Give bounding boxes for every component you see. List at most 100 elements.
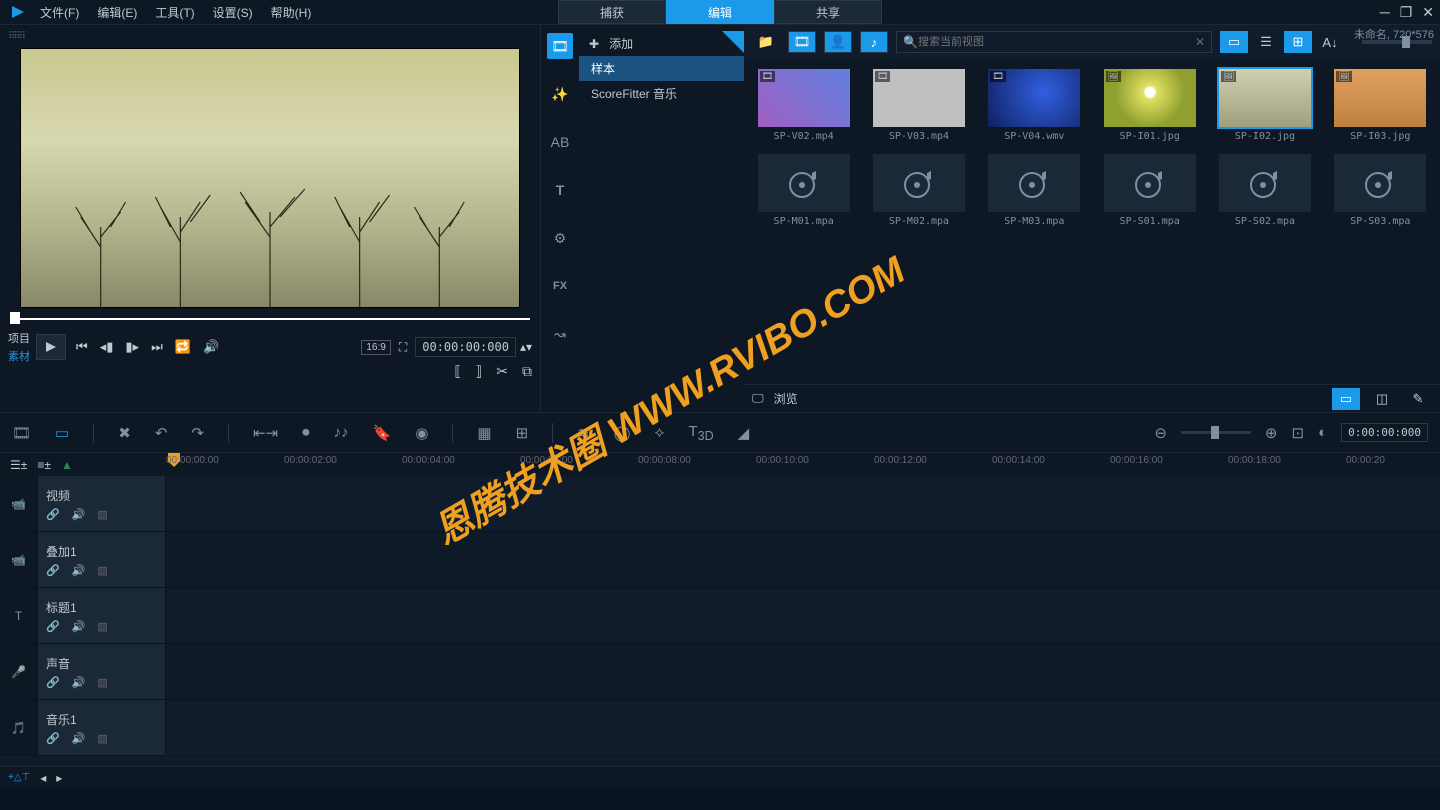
track-header[interactable]: 视频🔗🔊▨ <box>38 476 166 531</box>
redo-icon[interactable]: ↷ <box>191 424 204 442</box>
volume-icon[interactable]: 🔊 <box>203 339 219 355</box>
mark-in-icon[interactable]: ⟦ <box>454 363 461 380</box>
track-fx-icon[interactable]: ▨ <box>97 508 107 521</box>
track-header[interactable]: 叠加1🔗🔊▨ <box>38 532 166 587</box>
track-lane[interactable] <box>166 644 1440 699</box>
record-icon[interactable]: ⏺ <box>302 424 310 441</box>
track-lane[interactable] <box>166 476 1440 531</box>
library-item[interactable]: 🎞SP-V03.mp4 <box>869 69 968 142</box>
track-type-icon[interactable]: T <box>0 588 38 643</box>
library-item[interactable]: 🎞SP-V02.mp4 <box>754 69 853 142</box>
library-item[interactable]: 🖼SP-I01.jpg <box>1100 69 1199 142</box>
prev-frame-icon[interactable]: ◂▮ <box>100 339 114 355</box>
text-tab-icon[interactable]: T <box>547 177 573 203</box>
goto-end-icon[interactable]: ⏭ <box>151 339 163 355</box>
graphics-tab-icon[interactable]: ⚙ <box>547 225 573 251</box>
track-options2-icon[interactable]: ≡± <box>37 458 51 472</box>
track-fx-icon[interactable]: ▨ <box>97 564 107 577</box>
undo-icon[interactable]: ↶ <box>155 424 168 442</box>
panel-toggle-2-icon[interactable]: ◫ <box>1368 388 1396 410</box>
search-input[interactable] <box>918 36 1195 48</box>
mask-icon[interactable]: ▦ <box>477 424 491 442</box>
track-fx-icon[interactable]: ▨ <box>97 620 107 633</box>
import-icon[interactable]: 📁 <box>752 31 780 53</box>
track-options-icon[interactable]: ☰± <box>10 458 27 472</box>
tracking-icon[interactable]: ⟡ <box>655 424 665 441</box>
panel-edit-icon[interactable]: ✎ <box>1404 388 1432 410</box>
menu-file[interactable]: 文件(F) <box>40 4 79 21</box>
fit-icon[interactable]: ⇤⇥ <box>253 424 278 442</box>
library-item[interactable]: 🎞SP-V04.wmv <box>985 69 1084 142</box>
library-item[interactable]: SP-S03.mpa <box>1331 154 1430 227</box>
tree-scorefitter[interactable]: ScoreFitter 音乐 <box>579 81 744 106</box>
filter-video-icon[interactable]: 🎞 <box>788 31 816 53</box>
thumb-size-slider[interactable] <box>1362 40 1432 44</box>
snapshot-icon[interactable]: ⧉ <box>522 363 532 380</box>
track-lane[interactable] <box>166 700 1440 755</box>
mute-icon[interactable]: 🔊 <box>72 620 86 633</box>
view-grid-icon[interactable]: ⊞ <box>1284 31 1312 53</box>
chroma-icon[interactable]: ◢ <box>738 424 750 442</box>
search-box[interactable]: 🔍 ✕ <box>896 31 1212 53</box>
zoom-out-icon[interactable]: ⊖ <box>1154 424 1167 442</box>
track-header[interactable]: 标题1🔗🔊▨ <box>38 588 166 643</box>
resize-icon[interactable]: ⛶ <box>399 340 407 355</box>
timeline-ruler[interactable]: 00:00:00:0000:00:02:0000:00:04:0000:00:0… <box>166 453 1440 476</box>
view-storyboard-icon[interactable]: ▭ <box>1220 31 1248 53</box>
menu-settings[interactable]: 设置(S) <box>213 4 253 21</box>
link-icon[interactable]: 🔗 <box>46 508 60 521</box>
clear-search-icon[interactable]: ✕ <box>1195 35 1205 49</box>
mute-icon[interactable]: 🔊 <box>72 508 86 521</box>
menu-tools[interactable]: 工具(T) <box>155 4 194 21</box>
track-header[interactable]: 音乐1🔗🔊▨ <box>38 700 166 755</box>
track-type-icon[interactable]: 🎤 <box>0 644 38 699</box>
motion-icon[interactable]: ◯ <box>614 424 631 442</box>
fx-tab-icon[interactable]: FX <box>547 273 573 299</box>
split-icon[interactable]: ✂ <box>496 363 508 380</box>
audio-mix-icon[interactable]: ♪♪ <box>334 424 349 441</box>
browse-label[interactable]: 浏览 <box>774 390 798 407</box>
project-duration-icon[interactable]: ◐ <box>1318 424 1327 441</box>
goto-start-icon[interactable]: ⏮ <box>76 339 88 355</box>
tab-edit[interactable]: 编辑 <box>666 0 774 24</box>
panel-toggle-1-icon[interactable]: ▭ <box>1332 388 1360 410</box>
scroll-left-icon[interactable]: ◂ <box>40 771 46 785</box>
3d-title-icon[interactable]: T3D <box>688 423 713 443</box>
zoom-in-icon[interactable]: ⊕ <box>1265 424 1278 442</box>
mode-clip[interactable]: 素材 <box>8 348 30 364</box>
link-icon[interactable]: 🔗 <box>46 676 60 689</box>
mode-project[interactable]: 项目 <box>8 330 30 346</box>
link-icon[interactable]: 🔗 <box>46 732 60 745</box>
close-icon[interactable]: ✕ <box>1422 4 1434 21</box>
filter-photo-icon[interactable]: 👤 <box>824 31 852 53</box>
track-type-icon[interactable]: 📹 <box>0 532 38 587</box>
storyboard-view-icon[interactable]: 🎞 <box>12 424 31 442</box>
speed-icon[interactable]: ≋ <box>577 424 590 442</box>
tab-capture[interactable]: 捕获 <box>558 0 666 24</box>
mute-icon[interactable]: 🔊 <box>72 564 86 577</box>
tree-sample[interactable]: 样本 <box>579 56 744 81</box>
track-header[interactable]: 声音🔗🔊▨ <box>38 644 166 699</box>
add-icon[interactable]: ✚ <box>589 37 599 51</box>
sort-icon[interactable]: A↓ <box>1316 31 1344 53</box>
timeline-view-icon[interactable]: ▭ <box>55 424 69 442</box>
transitions-tab-icon[interactable]: ✨ <box>547 81 573 107</box>
multicam-icon[interactable]: ◉ <box>415 424 428 442</box>
loop-icon[interactable]: 🔁 <box>175 339 191 355</box>
tools-icon[interactable]: ✖ <box>118 424 131 442</box>
track-type-icon[interactable]: 🎵 <box>0 700 38 755</box>
scrub-bar[interactable] <box>10 318 530 320</box>
aspect-ratio[interactable]: 16:9 <box>361 340 390 355</box>
maximize-icon[interactable]: ❐ <box>1400 4 1413 21</box>
filter-audio-icon[interactable]: ♪ <box>860 31 888 53</box>
library-item[interactable]: SP-S02.mpa <box>1215 154 1314 227</box>
menu-edit[interactable]: 编辑(E) <box>97 4 137 21</box>
title-tab-icon[interactable]: AB <box>547 129 573 155</box>
fit-window-icon[interactable]: ⊡ <box>1292 424 1305 442</box>
marker-icon[interactable]: 🔖 <box>373 424 392 442</box>
view-list-icon[interactable]: ☰ <box>1252 31 1280 53</box>
add-track-icon[interactable]: +△⊤ <box>8 772 30 783</box>
library-item[interactable]: 🖼SP-I03.jpg <box>1331 69 1430 142</box>
library-item[interactable]: SP-M02.mpa <box>869 154 968 227</box>
preview-timecode[interactable]: 00:00:00:000 <box>415 337 516 357</box>
